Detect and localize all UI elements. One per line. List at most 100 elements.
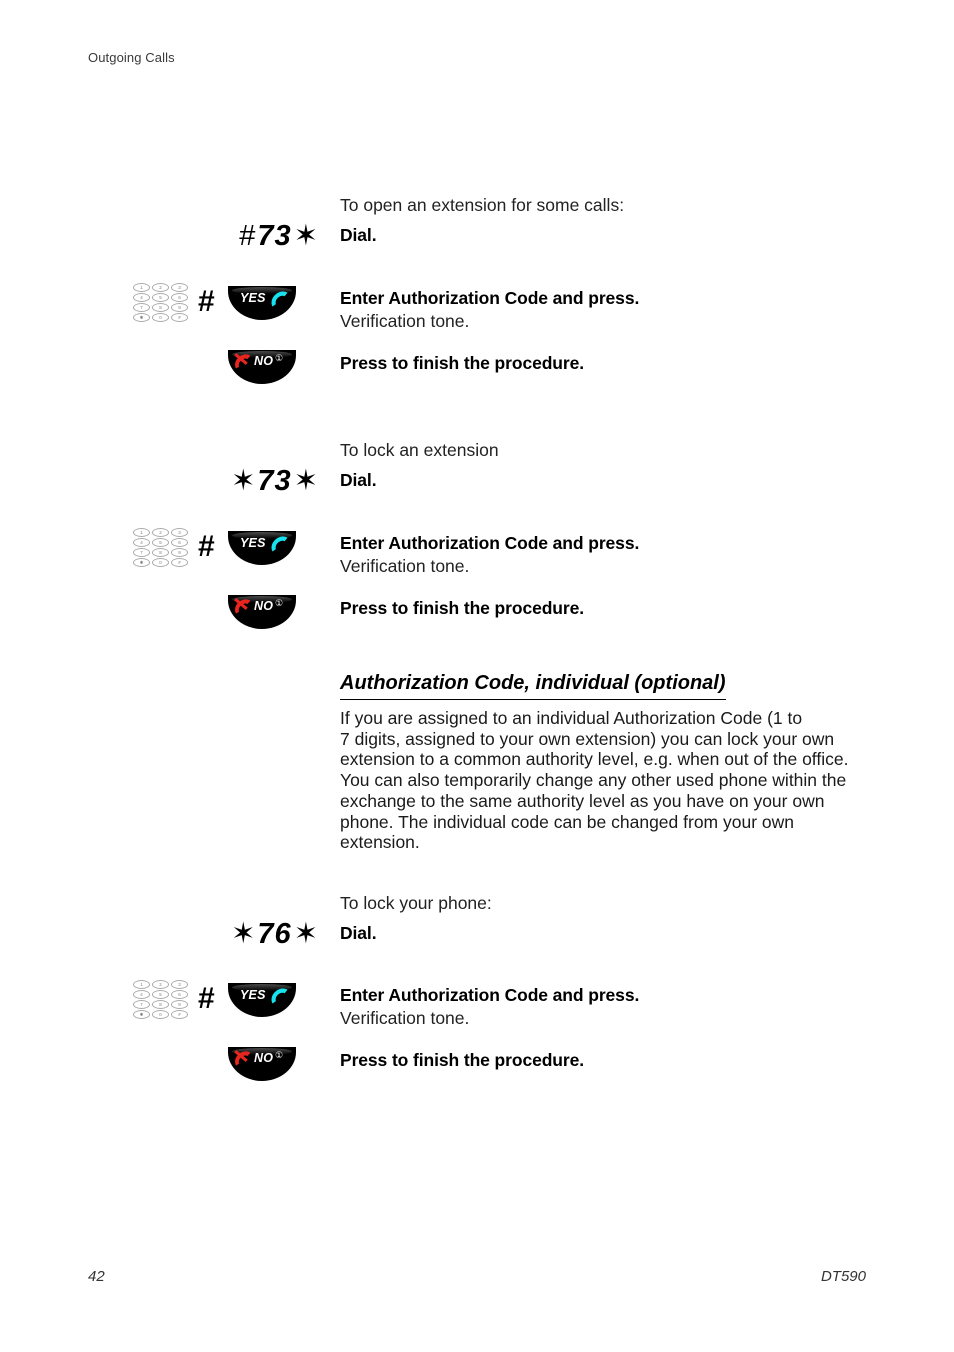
keypad-icon: 1 2 3 4 5 6 7 8 9 ✱ 0 # xyxy=(133,283,190,323)
dial-digits: 76 xyxy=(257,918,292,950)
section-paragraph: If you are assigned to an individual Aut… xyxy=(340,708,870,853)
no-superscript: ① xyxy=(275,353,284,363)
no-label: NO xyxy=(254,1051,274,1065)
dial-code-2: ✶73✶ xyxy=(231,467,318,496)
finish-label: Press to finish the procedure. xyxy=(340,353,584,373)
paragraph-line: phone. The individual code can be change… xyxy=(340,811,795,832)
verification-tone-label: Verification tone. xyxy=(340,311,470,331)
paragraph-line: extension. xyxy=(340,832,420,853)
hash-key-icon: # xyxy=(198,285,215,318)
yes-label: YES xyxy=(240,291,266,305)
dial-digits: 73 xyxy=(257,220,292,252)
keypad-key-2: 2 xyxy=(152,980,169,989)
handset-icon xyxy=(269,290,291,315)
keypad-key-4: 4 xyxy=(133,538,150,547)
document-model: DT590 xyxy=(820,1268,866,1285)
handset-crossed-icon xyxy=(232,353,256,378)
handset-icon xyxy=(269,535,291,560)
finish-instruction-1: Press to finish the procedure. xyxy=(340,353,900,374)
keypad-key-1: 1 xyxy=(133,283,150,292)
keypad-key-5: 5 xyxy=(152,990,169,999)
keypad-key-hash: # xyxy=(171,1010,188,1019)
keypad-key-5: 5 xyxy=(152,538,169,547)
dial-instruction-1: Dial. xyxy=(340,225,900,246)
icon-gutter-1: 1 2 3 4 5 6 7 8 9 ✱ 0 # # YES xyxy=(0,283,330,329)
enter-code-label: Enter Authorization Code and press. xyxy=(340,533,640,553)
keypad-key-5: 5 xyxy=(152,293,169,302)
paragraph-line: 7 digits, assigned to your own extension… xyxy=(340,728,835,749)
lead-in-text-2: To lock an extension xyxy=(340,440,499,460)
handset-crossed-icon xyxy=(232,598,256,623)
handset-crossed-icon xyxy=(232,1050,256,1075)
keypad-key-0: 0 xyxy=(152,1010,169,1019)
dial-code-1: #73✶ xyxy=(239,222,318,251)
hash-key-icon: # xyxy=(198,982,215,1015)
paragraph-line: You can also temporarily change any othe… xyxy=(340,770,847,791)
keypad-key-1: 1 xyxy=(133,528,150,537)
dial-label: Dial. xyxy=(340,470,377,490)
keypad-key-star: ✱ xyxy=(133,1010,150,1019)
keypad-key-3: 3 xyxy=(171,980,188,989)
no-label: NO xyxy=(254,599,274,613)
no-superscript: ① xyxy=(275,1050,284,1060)
icon-gutter-finish-1: NO ① xyxy=(0,348,330,394)
yes-softkey-icon: YES xyxy=(228,286,296,320)
dial-digits: 73 xyxy=(257,465,292,497)
keypad-icon: 1 2 3 4 5 6 7 8 9 ✱ 0 # xyxy=(133,528,190,568)
keypad-key-9: 9 xyxy=(171,1000,188,1009)
keypad-key-8: 8 xyxy=(152,548,169,557)
keypad-key-9: 9 xyxy=(171,548,188,557)
dial-suffix-symbol: ✶ xyxy=(293,220,318,252)
keypad-key-7: 7 xyxy=(133,1000,150,1009)
keypad-key-star: ✱ xyxy=(133,558,150,567)
no-softkey-icon: NO ① xyxy=(228,1047,296,1081)
hash-key-icon: # xyxy=(198,530,215,563)
no-softkey-icon: NO ① xyxy=(228,350,296,384)
keypad-key-hash: # xyxy=(171,558,188,567)
dial-prefix-symbol: ✶ xyxy=(231,465,256,497)
keypad-key-9: 9 xyxy=(171,303,188,312)
keypad-key-8: 8 xyxy=(152,1000,169,1009)
paragraph-line: If you are assigned to an individual Aut… xyxy=(340,708,803,728)
yes-softkey-icon: YES xyxy=(228,983,296,1017)
keypad-key-3: 3 xyxy=(171,528,188,537)
keypad-key-1: 1 xyxy=(133,980,150,989)
dial-instruction-2: Dial. xyxy=(340,470,900,491)
keypad-key-6: 6 xyxy=(171,538,188,547)
icon-gutter-3: 1 2 3 4 5 6 7 8 9 ✱ 0 # # YES xyxy=(0,980,330,1026)
dial-label: Dial. xyxy=(340,225,377,245)
keypad-icon: 1 2 3 4 5 6 7 8 9 ✱ 0 # xyxy=(133,980,190,1020)
enter-code-label: Enter Authorization Code and press. xyxy=(340,288,640,308)
keypad-key-6: 6 xyxy=(171,990,188,999)
lead-in-text-1: To open an extension for some calls: xyxy=(340,195,625,215)
section-heading: Authorization Code, individual (optional… xyxy=(340,672,726,700)
keypad-key-0: 0 xyxy=(152,313,169,322)
dial-suffix-symbol: ✶ xyxy=(293,465,318,497)
yes-label: YES xyxy=(240,988,266,1002)
keypad-key-6: 6 xyxy=(171,293,188,302)
no-softkey-icon: NO ① xyxy=(228,595,296,629)
keypad-key-4: 4 xyxy=(133,990,150,999)
keypad-key-8: 8 xyxy=(152,303,169,312)
enter-code-label: Enter Authorization Code and press. xyxy=(340,985,640,1005)
keypad-key-hash: # xyxy=(171,313,188,322)
dial-code-3: ✶76✶ xyxy=(231,920,318,949)
finish-instruction-3: Press to finish the procedure. xyxy=(340,1050,900,1071)
dial-prefix-symbol: # xyxy=(239,220,256,252)
no-superscript: ① xyxy=(275,598,284,608)
keypad-key-7: 7 xyxy=(133,548,150,557)
handset-icon xyxy=(269,987,291,1012)
no-label: NO xyxy=(254,354,274,368)
lead-in-text-3: To lock your phone: xyxy=(340,893,492,913)
icon-gutter-2: 1 2 3 4 5 6 7 8 9 ✱ 0 # # YES xyxy=(0,528,330,574)
dial-instruction-3: Dial. xyxy=(340,923,900,944)
finish-instruction-2: Press to finish the procedure. xyxy=(340,598,900,619)
keypad-key-star: ✱ xyxy=(133,313,150,322)
verification-tone-label: Verification tone. xyxy=(340,1008,470,1028)
yes-softkey-icon: YES xyxy=(228,531,296,565)
enter-code-instruction-3: Enter Authorization Code and press. Veri… xyxy=(340,985,900,1029)
yes-label: YES xyxy=(240,536,266,550)
finish-label: Press to finish the procedure. xyxy=(340,598,584,618)
paragraph-line: exchange to the same authority level as … xyxy=(340,790,825,811)
finish-label: Press to finish the procedure. xyxy=(340,1050,584,1070)
